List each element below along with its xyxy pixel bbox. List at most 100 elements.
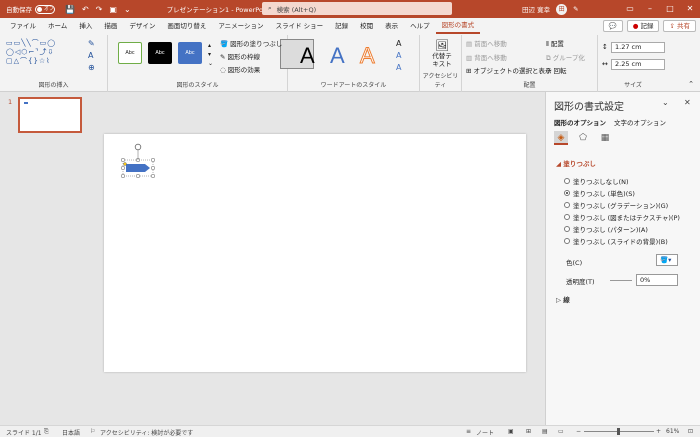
tab-transitions[interactable]: 画面切り替え [161, 18, 212, 35]
merge-shapes-icon[interactable]: ⊕ [88, 63, 95, 72]
user-area[interactable]: 田辺 寛幸 田 ✎ [522, 0, 579, 18]
fill-color-button[interactable]: 🪣▾ [656, 254, 678, 266]
comments-button[interactable]: 💬 [602, 20, 623, 32]
accessibility-icon[interactable]: ⚐ [90, 428, 95, 435]
spelling-icon[interactable]: ⎘ [44, 428, 49, 436]
text-outline-icon[interactable]: A [396, 51, 401, 60]
zoom-in-icon[interactable]: + [656, 428, 661, 435]
fill-line-icon[interactable]: ◈ [554, 131, 568, 145]
shape-outline-button[interactable]: ✎ 図形の枠線 [220, 51, 260, 61]
minimize-icon[interactable]: – [640, 0, 660, 18]
fill-option-picture[interactable]: 塗りつぶし (図またはテクスチャ)(P) [564, 212, 680, 222]
line-section-header[interactable]: ▷ 線 [556, 294, 570, 304]
zoom-slider-knob[interactable] [617, 428, 620, 435]
slide-sorter-icon[interactable]: ⊞ [526, 428, 531, 435]
radio-picture[interactable] [564, 214, 570, 220]
shape-effects-button[interactable]: ◌ 図形の効果 [220, 64, 260, 74]
tab-shape-options[interactable]: 図形のオプション [554, 117, 606, 127]
radio-background[interactable] [564, 238, 570, 244]
start-from-beginning-icon[interactable]: ▣ [109, 5, 117, 14]
radio-none[interactable] [564, 178, 570, 184]
zoom-level[interactable]: 61% [666, 428, 679, 435]
tab-slideshow[interactable]: スライド ショー [270, 18, 330, 35]
tab-help[interactable]: ヘルプ [404, 18, 436, 35]
tab-text-options[interactable]: 文字のオプション [614, 117, 666, 127]
accessibility-status[interactable]: アクセシビリティ: 検討が必要です [100, 428, 193, 437]
tab-view[interactable]: 表示 [379, 18, 404, 35]
style-preset-outline[interactable]: Abc [118, 42, 142, 64]
wordart-plain-icon[interactable]: A [300, 43, 315, 69]
pane-close-icon[interactable]: ✕ [684, 98, 691, 107]
avatar[interactable]: 田 [556, 3, 568, 15]
tab-draw[interactable]: 描画 [98, 18, 123, 35]
transparency-slider[interactable] [610, 280, 632, 281]
normal-view-icon[interactable]: ▣ [508, 428, 514, 435]
undo-icon[interactable]: ↶ [82, 5, 89, 14]
ribbon-display-icon[interactable]: ▭ [620, 0, 640, 18]
effects-pentagon-icon[interactable]: ⬠ [576, 131, 590, 145]
shapes-gallery[interactable]: ▭▭╲╲⌒▭◯ ◯◁⬡⌐⌝⤴⇩ ▢△⌒{}☆⌇ [6, 39, 84, 73]
pen-icon[interactable]: ✎ [573, 5, 578, 13]
radio-gradient[interactable] [564, 202, 570, 208]
wordart-orange-icon[interactable]: A [360, 43, 376, 69]
align-button[interactable]: ⫴ 配置 [546, 38, 564, 49]
notes-button[interactable]: ノート [476, 428, 494, 437]
save-icon[interactable]: 💾 [65, 5, 75, 14]
fill-option-gradient[interactable]: 塗りつぶし (グラデーション)(G) [564, 200, 668, 210]
search-box[interactable]: ⌕ 検索 (Alt+Q) [262, 2, 452, 15]
fill-section-header[interactable]: ◢ 塗りつぶし [556, 158, 596, 168]
edit-shape-icon[interactable]: ✎ [88, 39, 95, 48]
autosave-toggle[interactable]: オフ [35, 4, 55, 14]
fit-slide-icon[interactable]: ⊡ [688, 428, 693, 435]
tab-record[interactable]: 記録 [329, 18, 354, 35]
alt-text-button[interactable]: 🖼 代替テ キスト [428, 39, 456, 68]
notes-icon[interactable]: ≡ [466, 428, 471, 435]
bring-forward-button[interactable]: ▤ 前面へ移動 [466, 38, 507, 48]
transparency-label: 透明度(T) [566, 278, 595, 286]
height-input[interactable]: 1.27 cm [611, 42, 665, 53]
slideshow-view-icon[interactable]: ▭ [558, 428, 564, 435]
width-input[interactable]: 2.25 cm [611, 59, 665, 70]
share-button[interactable]: ⇪ 共有 [663, 20, 696, 32]
close-icon[interactable]: ✕ [680, 0, 700, 18]
reading-view-icon[interactable]: ▤ [542, 428, 548, 435]
selected-shape[interactable] [120, 143, 156, 179]
tab-design[interactable]: デザイン [123, 18, 161, 35]
maximize-icon[interactable]: □ [660, 0, 680, 18]
text-fill-icon[interactable]: A [396, 39, 401, 48]
textbox-icon[interactable]: A [88, 51, 93, 60]
tab-insert[interactable]: 挿入 [73, 18, 98, 35]
send-backward-button[interactable]: ▥ 背面へ移動 [466, 52, 507, 62]
shape-fill-button[interactable]: 🪣 図形の塗りつぶし [220, 38, 282, 48]
zoom-out-icon[interactable]: − [576, 428, 581, 435]
style-preset-dark[interactable]: Abc [148, 42, 172, 64]
record-button[interactable]: ● 記録 [626, 20, 660, 32]
pane-options-icon[interactable]: ⌄ [662, 98, 669, 107]
transparency-input[interactable]: 0% [636, 274, 678, 286]
tab-home[interactable]: ホーム [42, 18, 73, 35]
selection-pane-button[interactable]: ⊞ オブジェクトの選択と表示 [466, 65, 552, 75]
radio-pattern[interactable] [564, 226, 570, 232]
group-button[interactable]: ⧉ グループ化 [546, 52, 585, 63]
tab-shape-format[interactable]: 図形の書式 [435, 19, 481, 34]
rotate-button[interactable]: ⟳ 回転 [546, 65, 567, 75]
redo-icon[interactable]: ↷ [96, 5, 103, 14]
size-properties-icon[interactable]: ▦ [598, 131, 612, 145]
radio-solid[interactable] [564, 190, 570, 196]
tab-animations[interactable]: アニメーション [212, 18, 269, 35]
collapse-ribbon-icon[interactable]: ⌃ [688, 80, 694, 88]
tab-review[interactable]: 校閲 [354, 18, 379, 35]
style-preset-blue[interactable]: Abc [178, 42, 202, 64]
tab-file[interactable]: ファイル [4, 18, 42, 35]
language-indicator[interactable]: 日本語 [62, 428, 80, 437]
gallery-scroll-icon[interactable]: ▴ ▾ ⌄ [208, 41, 213, 68]
slide-canvas[interactable] [104, 134, 526, 372]
fill-option-pattern[interactable]: 塗りつぶし (パターン)(A) [564, 224, 648, 234]
wordart-blue-icon[interactable]: A [330, 43, 345, 69]
fill-option-background[interactable]: 塗りつぶし (スライドの背景)(B) [564, 236, 668, 246]
slide-thumbnail[interactable] [18, 97, 82, 133]
text-effects-icon[interactable]: A [396, 63, 401, 72]
customize-qat-icon[interactable]: ⌄ [124, 5, 131, 14]
fill-option-none[interactable]: 塗りつぶしなし(N) [564, 176, 629, 186]
fill-option-solid[interactable]: 塗りつぶし (単色)(S) [564, 188, 635, 198]
